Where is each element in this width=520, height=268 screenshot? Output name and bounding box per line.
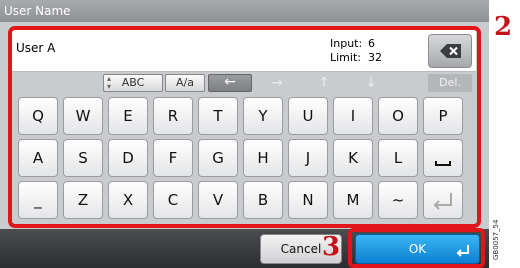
ok-label: OK <box>408 242 427 256</box>
enter-icon <box>456 245 469 257</box>
step-callout-3: 3 <box>322 232 341 262</box>
figure-code: GB0057_54 <box>492 219 500 260</box>
step-callout-2: 2 <box>494 12 513 42</box>
dialog-title: User Name <box>0 0 489 22</box>
ok-button[interactable]: OK <box>355 234 480 264</box>
cancel-label: Cancel <box>280 242 322 256</box>
callout-highlight-keyboard <box>8 26 481 228</box>
